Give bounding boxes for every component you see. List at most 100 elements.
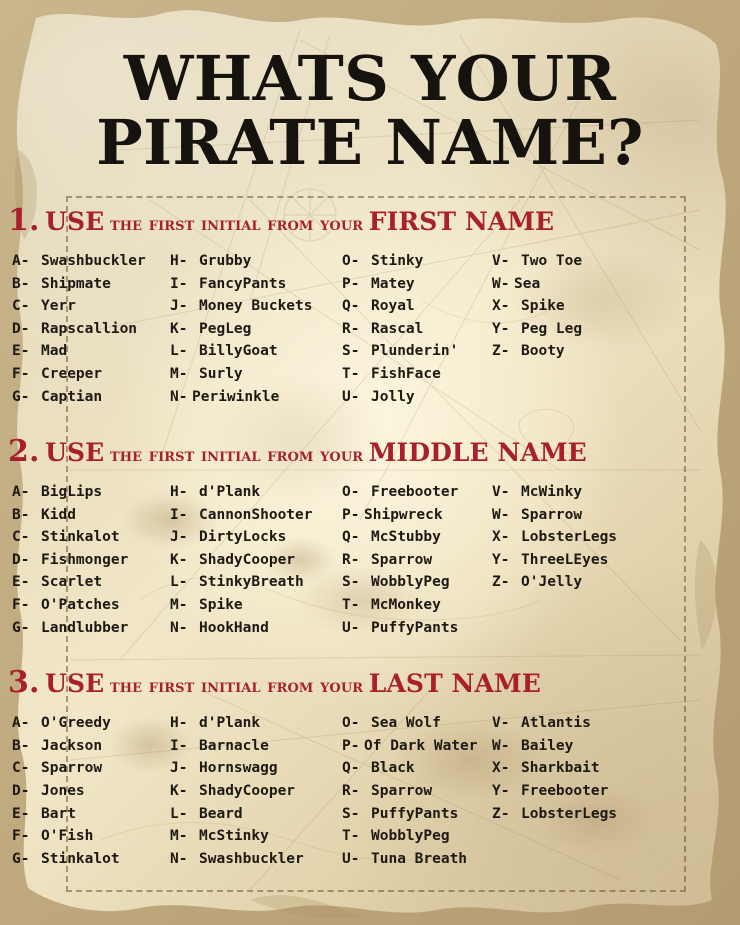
section-heading-tail: MIDDLE NAME <box>368 438 587 468</box>
list-item: S- Plunderin' <box>342 340 492 363</box>
section-heading-tail: FIRST NAME <box>368 206 555 236</box>
letter-value: Plunderin' <box>371 343 459 360</box>
list-item: G- Captian <box>12 386 170 409</box>
letter-value: ThreeLEyes <box>521 551 609 568</box>
letter-key: X- <box>492 529 510 546</box>
letter-key: M- <box>170 828 188 845</box>
section-heading-2: 2. USE the first initial from your MIDDL… <box>0 434 740 469</box>
letter-value: Sea Wolf <box>371 715 441 732</box>
section-middle-name: 2. USE the first initial from your MIDDL… <box>0 434 740 639</box>
letter-key: P- <box>342 275 360 292</box>
list-item: S- PuffyPants <box>342 803 492 826</box>
letter-key: E- <box>12 574 30 591</box>
list-item: Y- Peg Leg <box>492 318 632 341</box>
letter-value: Freebooter <box>371 484 459 501</box>
list-item: J- Hornswagg <box>170 757 342 780</box>
letter-key: R- <box>342 783 360 800</box>
list-item: Q- McStubby <box>342 526 492 549</box>
letter-value: Matey <box>371 275 415 292</box>
letter-value: Landlubber <box>41 619 129 636</box>
letter-value: O'Greedy <box>41 715 111 732</box>
list-item: G- Stinkalot <box>12 848 170 871</box>
list-item: C- Stinkalot <box>12 526 170 549</box>
letter-key: B- <box>12 737 30 754</box>
letter-value: d'Plank <box>199 715 261 732</box>
letter-key: U- <box>342 388 360 405</box>
letter-key: X- <box>492 760 510 777</box>
letter-value: BigLips <box>41 484 103 501</box>
letter-key: Z- <box>492 805 510 822</box>
letter-value: PuffyPants <box>371 805 459 822</box>
letter-value: Money Buckets <box>199 298 313 315</box>
list-item: C- Sparrow <box>12 757 170 780</box>
letter-value: Sparrow <box>371 783 433 800</box>
list-item: P- Shipwreck <box>342 504 492 527</box>
letter-key: E- <box>12 343 30 360</box>
letter-columns: A- Swashbuckler B- Shipmate C- Yerr D- Rapsc… <box>0 250 740 408</box>
letter-key: D- <box>12 551 30 568</box>
list-item: O- Sea Wolf <box>342 712 492 735</box>
letter-column-1: A- O'Greedy B- Jackson C- Sparrow D- Jones E… <box>12 712 170 870</box>
letter-key: Y- <box>492 320 510 337</box>
letter-key: C- <box>12 529 30 546</box>
list-item: Z- LobsterLegs <box>492 803 632 826</box>
list-item: Z- O'Jelly <box>492 571 632 594</box>
section-heading-middle: the first initial from your <box>109 675 364 698</box>
letter-value: Surly <box>199 365 243 382</box>
list-item: L- StinkyBreath <box>170 571 342 594</box>
letter-value: FishFace <box>371 365 441 382</box>
letter-value: Barnacle <box>199 737 269 754</box>
letter-key: A- <box>12 715 30 732</box>
letter-value: Peg Leg <box>521 320 583 337</box>
letter-value: Jones <box>41 783 85 800</box>
list-item: J- Money Buckets <box>170 295 342 318</box>
letter-column-1: A- BigLips B- Kidd C- Stinkalot D- Fishmonge… <box>12 481 170 639</box>
letter-value: Stinky <box>371 252 424 269</box>
letter-key: O- <box>342 252 360 269</box>
list-item: T- WobblyPeg <box>342 825 492 848</box>
letter-value: PegLeg <box>199 320 252 337</box>
list-item: V- Two Toe <box>492 250 632 273</box>
list-item: K- ShadyCooper <box>170 549 342 572</box>
letter-value: Yerr <box>41 298 76 315</box>
letter-value: Spike <box>199 597 243 614</box>
list-item: X- LobsterLegs <box>492 526 632 549</box>
letter-key: V- <box>492 252 510 269</box>
letter-value: PuffyPants <box>371 619 459 636</box>
letter-key: U- <box>342 850 360 867</box>
letter-key: B- <box>12 506 30 523</box>
letter-key: S- <box>342 574 360 591</box>
letter-key: F- <box>12 365 30 382</box>
title-line-1: WHATS YOUR <box>123 42 617 115</box>
letter-key: W- <box>492 275 510 292</box>
letter-value: Creeper <box>41 365 103 382</box>
letter-value: Periwinkle <box>192 388 280 405</box>
letter-column-2: H-d'Plank I- CannonShooter J- DirtyLocks K… <box>170 481 342 639</box>
letter-value: LobsterLegs <box>521 805 618 822</box>
letter-key: G- <box>12 850 30 867</box>
section-number: 3. <box>8 665 40 701</box>
list-item: H- Grubby <box>170 250 342 273</box>
letter-key: H- <box>170 252 188 269</box>
letter-key: D- <box>12 783 30 800</box>
letter-value: Freebooter <box>521 783 609 800</box>
section-heading-3: 3. USE the first initial from your LAST … <box>0 665 740 700</box>
letter-value: McMonkey <box>371 597 441 614</box>
list-item: S- WobblyPeg <box>342 571 492 594</box>
list-item: O- Freebooter <box>342 481 492 504</box>
list-item: V- Atlantis <box>492 712 632 735</box>
title-line-2: PIRATE NAME? <box>96 106 644 179</box>
list-item: E- Bart <box>12 803 170 826</box>
list-item: M- Surly <box>170 363 342 386</box>
letter-value: Of Dark Water <box>364 737 478 754</box>
letter-key: N- <box>170 388 188 405</box>
list-item: B- Kidd <box>12 504 170 527</box>
list-item: M- McStinky <box>170 825 342 848</box>
letter-column-3: O- Stinky P- Matey Q- Royal R- Rascal S- Plun… <box>342 250 492 408</box>
letter-key: P- <box>342 737 360 754</box>
list-item: I- Barnacle <box>170 735 342 758</box>
letter-key: K- <box>170 320 188 337</box>
letter-value: Spike <box>521 298 565 315</box>
list-item: E- Mad <box>12 340 170 363</box>
letter-value: StinkyBreath <box>199 574 304 591</box>
